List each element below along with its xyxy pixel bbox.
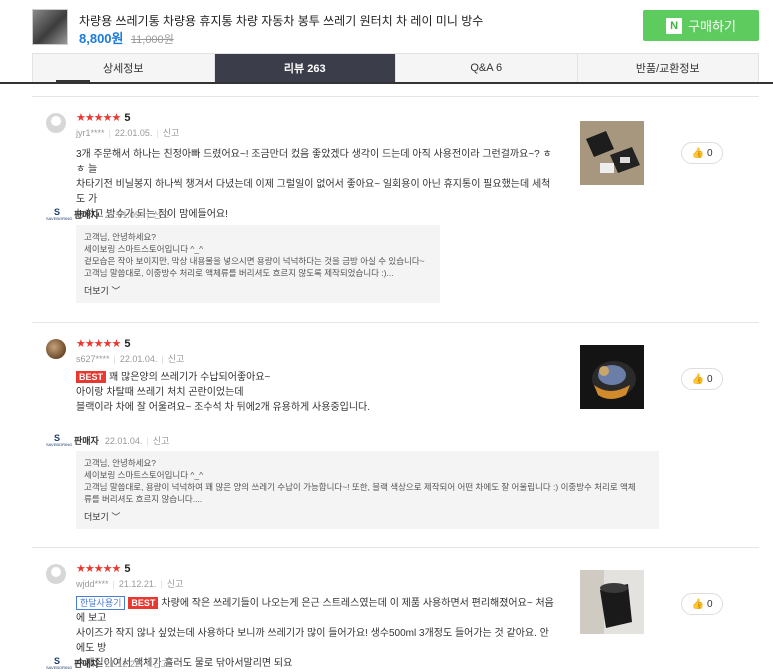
price-row: 8,800원 11,000원 [79,28,174,47]
star-rating-icon: ★★★★★ [76,112,121,124]
buy-button-label: 구매하기 [688,19,736,34]
star-rating-icon: ★★★★★ [76,338,121,350]
review-item: ★★★★★ 5 s627**** | 22.01.04. | 신고 BEST 꽤 많은양의… [32,323,759,548]
like-count: 0 [706,598,713,610]
tab-bar: 상세정보 리뷰 263 Q&A 6 반품/교환정보 [32,53,759,83]
npay-icon: N [666,17,683,34]
seller-reply-header: S SAVEBORING 판매자 21.12.22. | 신고 [46,656,169,670]
seller-reply: 고객님, 안녕하세요? 세이보링 스마트스토어입니다 ^_^ 고객님 말씀대로,… [76,451,659,529]
one-month-badge: 한달사용기 [76,596,126,610]
review-text-line: BEST 꽤 많은양의 쓰레기가 수납되어좋아요~ [76,370,556,385]
reply-line: 고객님, 안녕하세요? [84,232,157,242]
review-text: BEST 꽤 많은양의 쓰레기가 수납되어좋아요~ 아이랑 차탈때 쓰레기 처치 … [76,370,556,415]
reply-line: 고객님 말씀대로, 이중방수 처리로 액체류를 버리셔도 흐르지 않도록 제작되… [84,268,394,278]
reply-line: 고객님 말씀대로, 용량이 넉넉하여 꽤 많은 양의 쓰레기 수납이 가능합니다… [84,482,636,492]
reply-line: 세이보링 스마트스토어입니다 ^_^ [84,470,204,480]
seller-logo: S SAVEBORING [46,656,73,670]
rating: ★★★★★ 5 [76,337,131,351]
rating: ★★★★★ 5 [76,562,131,576]
product-header: 차량용 쓰레기통 차량용 휴지통 차량 자동차 봉투 쓰레기 원터치 차 레이 … [0,0,773,50]
more-button[interactable]: 더보기 ﹀ [84,285,432,297]
report-link[interactable]: 신고 [153,659,170,669]
review-text-line: 사이즈가 작지 않나 싶었는데 사용하다 보니까 쓰레기가 많이 들어가요! 생… [76,628,549,654]
tab-detail[interactable]: 상세정보 [33,54,215,82]
reviewer-id: wjdd**** [76,579,109,589]
review-list: ★★★★★ 5 jyr1**** | 22.01.05. | 신고 3개 주문해서 하나… [32,96,759,672]
review-date: 22.01.05. [114,128,153,138]
report-link[interactable]: 신고 [153,210,170,220]
seller-reply-meta: 21.12.22. | 신고 [104,658,170,669]
report-link[interactable]: 신고 [167,579,184,589]
thumbs-up-icon: 👍 [691,147,704,159]
review-item: ★★★★★ 5 wjdd**** | 21.12.21. | 신고 한달사용기 BEST 차… [32,548,759,672]
sale-price: 8,800원 [79,31,124,46]
seller-logo: S SAVEBORING [46,433,73,447]
reviewer-id: s627**** [76,354,110,364]
thumbs-up-icon: 👍 [691,598,704,610]
best-badge: BEST [76,371,107,383]
seller-reply: 고객님, 안녕하세요? 세이보링 스마트스토어입니다 ^_^ 겉모습은 작아 보… [76,225,440,303]
reply-line: 세이보링 스마트스토어입니다 ^_^ [84,244,204,254]
review-meta: jyr1**** | 22.01.05. | 신고 [76,128,180,138]
product-title: 차량용 쓰레기통 차량용 휴지통 차량 자동차 봉투 쓰레기 원터치 차 레이 … [79,14,484,28]
user-avatar-icon [46,113,66,133]
original-price: 11,000원 [130,34,174,46]
rating-score: 5 [124,111,131,124]
report-link[interactable]: 신고 [153,436,170,446]
like-count: 0 [706,373,713,385]
reply-line: 겉모습은 작아 보이지만, 막상 내용물을 넣으시면 용량이 넉넉하다는 것을 … [84,256,425,266]
seller-logo: S SAVEBORING [46,207,73,221]
review-date: 22.01.04. [119,354,158,364]
review-photo[interactable] [580,570,644,634]
more-button[interactable]: 더보기 ﹀ [84,511,651,523]
best-badge: BEST [128,597,159,609]
tab-reviews[interactable]: 리뷰 263 [214,54,396,82]
seller-reply-meta: 22.01.04. | 신고 [104,435,170,446]
review-text-line: 3개 주문해서 하나는 친정아빠 드렸어요~! 조금만더 컸음 좋았겠다 생각이… [76,149,552,175]
like-button[interactable]: 👍 0 [681,142,723,164]
rating-score: 5 [124,337,131,350]
reviewer-id: jyr1**** [76,128,105,138]
tab-return-info[interactable]: 반품/교환정보 [578,54,759,82]
like-button[interactable]: 👍 0 [681,593,723,615]
review-text-line: 한달사용기 BEST 차량에 작은 쓰레기들이 나오는게 은근 스트레스였는데 이 … [76,596,554,624]
reply-line: 고객님, 안녕하세요? [84,458,157,468]
reply-line: 류를 버리셔도 흐르지 않습니다.... [84,494,203,504]
review-photo[interactable] [580,345,644,409]
seller-reply-header: S SAVEBORING 판매자 22.01.05. | 신고 [46,207,169,221]
seller-label: 판매자 [74,209,99,220]
tab-qna[interactable]: Q&A 6 [396,54,578,82]
review-text-line: 아이랑 차탈때 쓰레기 처치 곤란이었는데 [76,387,244,398]
user-avatar-icon [46,564,66,584]
like-button[interactable]: 👍 0 [681,368,723,390]
review-item: ★★★★★ 5 jyr1**** | 22.01.05. | 신고 3개 주문해서 하나… [32,97,759,323]
divider [0,82,773,84]
seller-label: 판매자 [74,435,99,446]
chevron-down-icon: ﹀ [111,286,121,296]
report-link[interactable]: 신고 [168,354,185,364]
report-link[interactable]: 신고 [163,128,180,138]
review-text-line: 차타기전 비닐봉지 하나씩 챙겨서 다녔는데 이제 그럴일이 없어서 좋아요~ … [76,179,551,205]
tab-indicator [56,80,90,82]
seller-reply-header: S SAVEBORING 판매자 22.01.04. | 신고 [46,433,169,447]
user-avatar-icon [46,339,66,359]
review-text-line: 블랙이라 차에 잘 어울려요~ 조수석 차 뒤에2개 유용하게 사용중입니다. [76,402,371,413]
review-date: 21.12.21. [118,579,157,589]
chevron-down-icon: ﹀ [111,512,121,522]
star-rating-icon: ★★★★★ [76,563,121,575]
buy-button[interactable]: N 구매하기 [643,10,759,41]
review-meta: s627**** | 22.01.04. | 신고 [76,354,185,364]
thumbs-up-icon: 👍 [691,373,704,385]
review-meta: wjdd**** | 21.12.21. | 신고 [76,579,184,589]
seller-label: 판매자 [74,658,99,669]
product-thumbnail[interactable] [32,9,68,45]
seller-reply-meta: 22.01.05. | 신고 [104,209,170,220]
rating-score: 5 [124,562,131,575]
rating: ★★★★★ 5 [76,111,131,125]
review-photo[interactable] [580,121,644,185]
like-count: 0 [706,147,713,159]
